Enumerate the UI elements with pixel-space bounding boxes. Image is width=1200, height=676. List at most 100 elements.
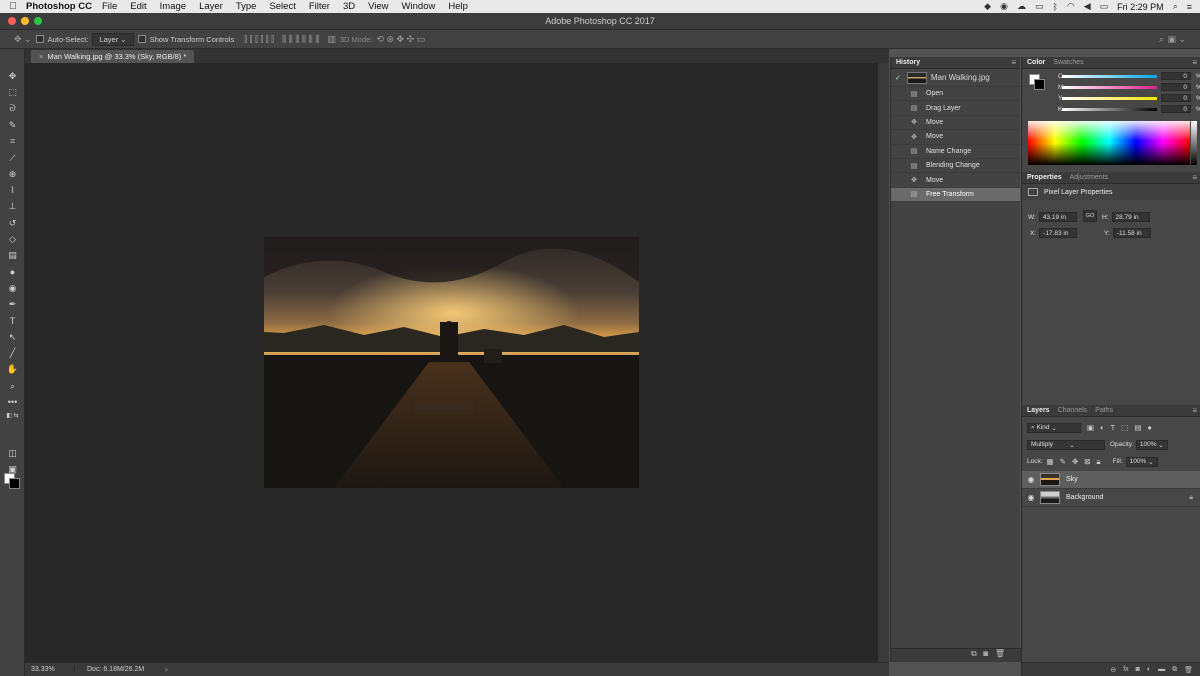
pen-tool-icon[interactable]: ✒: [4, 297, 21, 311]
history-brush-icon[interactable]: ↺: [4, 216, 21, 230]
search-icon[interactable]: ⌕: [1159, 34, 1164, 45]
status-menu-arrow[interactable]: ›: [165, 665, 168, 674]
new-layer-icon[interactable]: ⧉: [1172, 666, 1177, 674]
color-spectrum-ramp[interactable]: [1028, 121, 1197, 165]
lock-all-icon[interactable]: 🔒︎: [1097, 457, 1101, 467]
adjustment-layer-icon[interactable]: ◐: [1147, 666, 1151, 673]
3d-mode-icons[interactable]: ⟲ ⊛ ✥ ✣ ▭: [376, 34, 425, 45]
apple-icon[interactable]: : [0, 1, 26, 12]
history-item[interactable]: ✥ Move: [891, 173, 1020, 188]
layer-row-sky[interactable]: ◉ Sky: [1022, 471, 1200, 489]
quick-select-tool-icon[interactable]: ✎: [4, 118, 21, 132]
healing-brush-icon[interactable]: ⊕: [4, 167, 21, 181]
layer-row-background[interactable]: ◉ Background 🔒︎: [1022, 489, 1200, 507]
blend-mode-dropdown[interactable]: Multiply ⌄: [1027, 439, 1105, 450]
cyan-slider[interactable]: [1062, 75, 1157, 78]
menu-select[interactable]: Select: [269, 1, 295, 12]
black-slider[interactable]: [1062, 108, 1157, 111]
tab-color[interactable]: Color: [1027, 59, 1045, 66]
lock-artboard-icon[interactable]: ⊠: [1084, 457, 1090, 466]
lock-pixels-icon[interactable]: ✎: [1060, 457, 1066, 466]
link-dimensions-icon[interactable]: GO: [1083, 210, 1097, 222]
gray-ramp[interactable]: [1191, 121, 1197, 165]
menu-view[interactable]: View: [368, 1, 388, 12]
default-colors-icon[interactable]: ◧ ⇆: [4, 409, 21, 423]
kind-filter-dropdown[interactable]: ⌕ Kind ⌄: [1027, 422, 1081, 433]
black-value[interactable]: 0: [1161, 105, 1191, 113]
history-snapshot[interactable]: ✓ Man Walking.jpg: [891, 69, 1020, 87]
history-item[interactable]: ✥ Move: [891, 116, 1020, 131]
dodge-tool-icon[interactable]: ◉: [4, 281, 21, 295]
blur-tool-icon[interactable]: ●: [4, 265, 21, 279]
wifi-icon[interactable]: ◠: [1067, 1, 1075, 12]
history-item[interactable]: ▤ Open: [891, 87, 1020, 102]
menu-file[interactable]: File: [102, 1, 117, 12]
distribute-icons[interactable]: ⫼ ⫼ ⫼ ⫼ ⫼ ⫼: [282, 34, 319, 45]
type-filter-icon[interactable]: T: [1111, 423, 1116, 432]
cyan-value[interactable]: 0: [1161, 72, 1191, 80]
move-tool-icon[interactable]: ✥: [4, 69, 21, 83]
zoom-level[interactable]: 33.33%: [25, 666, 75, 673]
screen-mode-icon[interactable]: ▣: [4, 462, 21, 476]
more-tools-icon[interactable]: •••: [4, 395, 21, 409]
menu-image[interactable]: Image: [160, 1, 186, 12]
canvas-scrollbar[interactable]: [878, 63, 889, 662]
menu-window[interactable]: Window: [402, 1, 436, 12]
menu-edit[interactable]: Edit: [130, 1, 146, 12]
document-tab[interactable]: × Man Walking.jpg @ 33.3% (Sky, RGB/8) *: [31, 50, 195, 63]
tab-paths[interactable]: Paths: [1095, 407, 1113, 414]
layer-name[interactable]: Sky: [1066, 476, 1078, 483]
zoom-tool-icon[interactable]: ⌕: [4, 379, 21, 393]
hand-tool-icon[interactable]: ✋: [4, 362, 21, 376]
menu-layer[interactable]: Layer: [199, 1, 223, 12]
panel-menu-icon[interactable]: ≡: [1192, 406, 1197, 415]
new-group-icon[interactable]: ▬: [1158, 666, 1165, 673]
volume-icon[interactable]: ◀: [1084, 1, 1091, 12]
background-color-swatch[interactable]: [9, 478, 20, 489]
close-document-icon[interactable]: ×: [39, 52, 43, 61]
battery-icon[interactable]: ▭: [1100, 1, 1109, 12]
shape-filter-icon[interactable]: ⬚: [1121, 423, 1128, 432]
clone-stamp-icon[interactable]: ⊥: [4, 199, 21, 213]
history-item[interactable]: ▤ Drag Layer: [891, 101, 1020, 116]
yellow-slider[interactable]: [1062, 97, 1157, 100]
tab-channels[interactable]: Channels: [1058, 407, 1088, 414]
marquee-tool-icon[interactable]: ⬚: [4, 85, 21, 99]
cloud-icon[interactable]: ☁: [1017, 1, 1026, 12]
tab-properties[interactable]: Properties: [1027, 174, 1062, 181]
tab-history[interactable]: History: [896, 59, 920, 66]
menu-3d[interactable]: 3D: [343, 1, 355, 12]
show-transform-checkbox[interactable]: [137, 35, 146, 43]
panel-menu-icon[interactable]: ≡: [1192, 173, 1197, 182]
history-item[interactable]: ▤ Blending Change: [891, 159, 1020, 174]
shape-tool-icon[interactable]: ╱: [4, 346, 21, 360]
adjustment-filter-icon[interactable]: ◐: [1100, 423, 1105, 432]
visibility-eye-icon[interactable]: ◉: [1022, 475, 1040, 484]
layer-name[interactable]: Background: [1066, 494, 1103, 501]
tab-adjustments[interactable]: Adjustments: [1070, 174, 1109, 181]
height-input[interactable]: 28.79 in: [1111, 212, 1150, 222]
display-icon[interactable]: ▭: [1035, 1, 1044, 12]
delete-state-icon[interactable]: 🗑︎: [995, 649, 1005, 658]
history-item[interactable]: ✥ Move: [891, 130, 1020, 145]
quick-mask-icon[interactable]: ◫: [4, 446, 21, 460]
snapshot-brush-icon[interactable]: ✓: [895, 74, 901, 82]
auto-select-checkbox[interactable]: [35, 35, 44, 43]
delete-layer-icon[interactable]: 🗑︎: [1184, 666, 1193, 674]
app-menu[interactable]: Photoshop CC: [26, 1, 92, 12]
visibility-eye-icon[interactable]: ◉: [1022, 493, 1040, 502]
eyedropper-tool-icon[interactable]: ⟋: [4, 151, 21, 165]
yellow-value[interactable]: 0: [1161, 94, 1191, 102]
eraser-tool-icon[interactable]: ◇: [4, 232, 21, 246]
pixel-filter-icon[interactable]: ▣: [1087, 423, 1094, 432]
workspace-icon[interactable]: ▣ ⌄: [1167, 34, 1186, 45]
crop-tool-icon[interactable]: ⌗: [4, 134, 21, 148]
brush-tool-icon[interactable]: ⌇: [4, 183, 21, 197]
gradient-tool-icon[interactable]: ▤: [4, 248, 21, 262]
status-icon[interactable]: ◉: [1000, 1, 1008, 12]
color-bg-swatch[interactable]: [1034, 79, 1045, 90]
lock-position-icon[interactable]: ✥: [1072, 457, 1078, 466]
spotlight-icon[interactable]: ⌕: [1173, 1, 1178, 12]
opacity-input[interactable]: 100% ⌄: [1135, 439, 1168, 450]
fill-input[interactable]: 100% ⌄: [1125, 456, 1158, 467]
